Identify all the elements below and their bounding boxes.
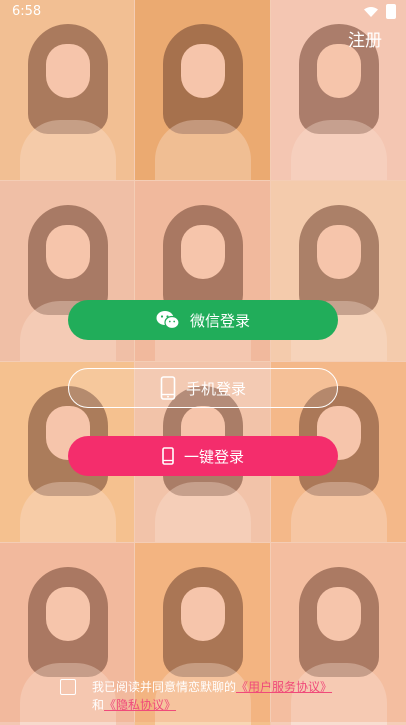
status-time: 6:58: [12, 4, 42, 19]
agreement-text: 我已阅读并同意情恋默聊的《用户服务协议》 和《隐私协议》: [92, 678, 392, 714]
phone-login-button[interactable]: 手机登录: [68, 368, 338, 408]
one-click-login-button[interactable]: 一键登录: [68, 436, 338, 476]
agreement-checkbox[interactable]: [60, 679, 76, 695]
wechat-login-label: 微信登录: [189, 311, 250, 330]
wifi-icon: [364, 6, 378, 17]
agreement-prefix: 我已阅读并同意情恋默聊的: [92, 680, 237, 694]
phone-login-label: 手机登录: [185, 379, 246, 398]
status-bar: 6:58: [0, 0, 406, 24]
status-icons: [364, 4, 396, 19]
mobile-phone-icon: [160, 376, 176, 400]
register-link[interactable]: 注册: [348, 26, 382, 51]
agreement-conjunction: 和: [92, 698, 105, 712]
wechat-icon: [156, 310, 180, 330]
user-agreement-link[interactable]: 《用户服务协议》: [236, 680, 332, 694]
mobile-phone-icon: [162, 447, 174, 465]
privacy-policy-link[interactable]: 《隐私协议》: [104, 698, 176, 712]
background-tint-overlay: [0, 0, 406, 722]
wechat-login-button[interactable]: 微信登录: [68, 300, 338, 340]
one-click-login-label: 一键登录: [183, 447, 244, 466]
battery-icon: [386, 4, 396, 19]
